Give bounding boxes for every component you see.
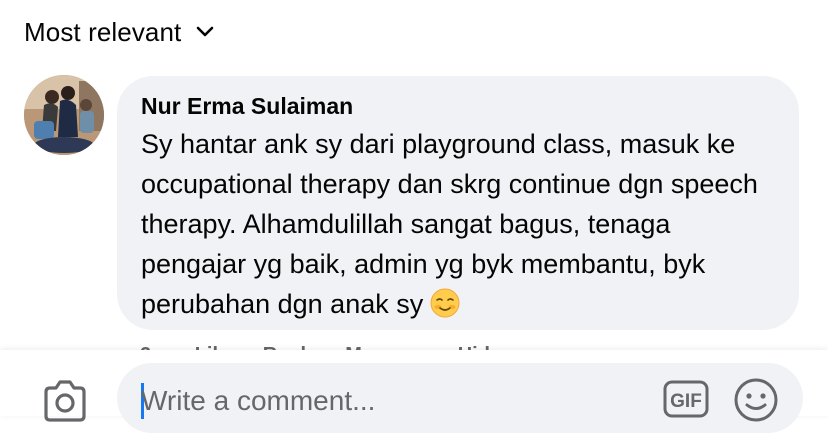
comment-composer: Write a comment... GIF xyxy=(0,350,828,433)
comment-author[interactable]: Nur Erma Sulaiman xyxy=(141,92,775,120)
avatar[interactable] xyxy=(24,75,104,155)
comment-placeholder: Write a comment... xyxy=(141,385,376,416)
comment-sort-dropdown[interactable]: Most relevant xyxy=(24,14,215,50)
chevron-down-icon xyxy=(197,26,214,37)
comment-text: Sy hantar ank sy dari playground class, … xyxy=(141,124,781,324)
comment-input[interactable]: Write a comment... GIF xyxy=(117,363,803,433)
gif-label: GIF xyxy=(670,391,702,412)
gif-icon[interactable]: GIF xyxy=(663,379,709,419)
camera-icon[interactable] xyxy=(40,378,90,422)
sort-label: Most relevant xyxy=(24,16,182,47)
emoji-icon[interactable] xyxy=(733,377,779,423)
comment-bubble: Nur Erma Sulaiman Sy hantar ank sy dari … xyxy=(117,76,799,330)
smiling-face-icon xyxy=(430,288,460,318)
profile-photo xyxy=(24,75,104,155)
